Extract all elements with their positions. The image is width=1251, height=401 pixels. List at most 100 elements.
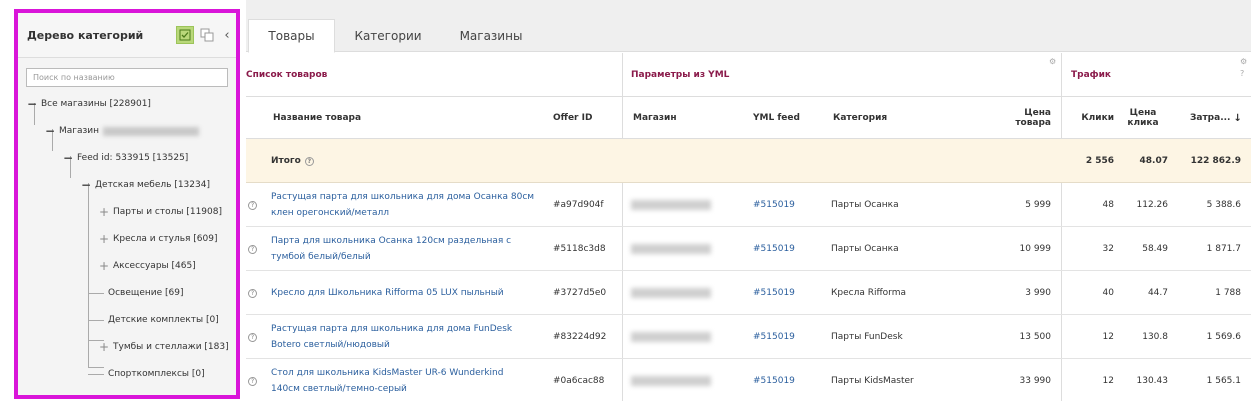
clicks: 40 xyxy=(1102,288,1114,298)
cost: 1 871.7 xyxy=(1206,244,1241,254)
question-circle-icon[interactable]: ? xyxy=(248,288,257,298)
chevron-left-icon[interactable]: ‹ xyxy=(220,28,234,43)
question-circle-icon[interactable]: ? xyxy=(248,200,257,210)
tree-node-feed[interactable]: − Feed id: 533915 [13525] xyxy=(62,149,188,167)
price: 13 500 xyxy=(1019,332,1052,342)
col-header-price[interactable]: Цена товара xyxy=(986,97,1051,139)
table-row: ? Растущая парта для школьника для дома … xyxy=(246,315,1251,359)
redacted-store xyxy=(631,244,711,254)
col-header-yml-feed[interactable]: YML feed xyxy=(753,97,800,139)
question-circle-icon[interactable]: ? xyxy=(304,156,314,166)
yml-feed-link[interactable]: #515019 xyxy=(753,227,795,271)
redacted-store xyxy=(631,376,711,386)
redacted-store xyxy=(631,200,711,210)
category: Парты Осанка xyxy=(831,244,899,254)
collapse-icon[interactable]: − xyxy=(62,151,74,165)
category-tree-header: Дерево категорий ‹ xyxy=(18,13,236,58)
redacted-store-name xyxy=(103,126,200,136)
col-header-cost[interactable]: Затра... ↓ xyxy=(1190,97,1242,139)
tree-node-chairs[interactable]: + Кресла и стулья [609] xyxy=(98,230,218,248)
tab-products[interactable]: Товары xyxy=(248,19,335,53)
yml-feed-link[interactable]: #515019 xyxy=(753,315,795,359)
total-click-price: 48.07 xyxy=(1139,156,1168,166)
product-name-link[interactable]: Растущая парта для школьника для дома Ос… xyxy=(271,183,549,227)
tree-node-kids-furniture[interactable]: − Детская мебель [13234] xyxy=(80,176,210,194)
tree-node-kids-sets[interactable]: Детские комплекты [0] xyxy=(88,311,219,329)
cost: 1 569.6 xyxy=(1206,332,1241,342)
gear-icon[interactable]: ⚙ xyxy=(1240,57,1247,66)
product-name-link[interactable]: Растущая парта для школьника для дома Fu… xyxy=(271,315,549,359)
redacted-store xyxy=(631,332,711,342)
col-header-offer-id[interactable]: Offer ID xyxy=(553,97,592,139)
tree-node-lighting[interactable]: Освещение [69] xyxy=(88,284,184,302)
tab-stores[interactable]: Магазины xyxy=(448,19,534,52)
collapse-icon[interactable]: − xyxy=(80,178,92,192)
col-header-clicks[interactable]: Клики xyxy=(1071,97,1114,139)
question-circle-icon[interactable]: ? xyxy=(248,332,257,342)
redacted-store xyxy=(631,288,711,298)
col-header-store[interactable]: Магазин xyxy=(633,97,677,139)
check-square-icon[interactable] xyxy=(176,26,194,44)
tree-node-desks[interactable]: + Парты и столы [11908] xyxy=(98,203,222,221)
total-row: Итого ? 2 556 48.07 122 862.9 xyxy=(246,139,1251,183)
cost: 1 565.1 xyxy=(1206,376,1241,386)
click-price: 112.26 xyxy=(1136,200,1169,210)
expand-icon[interactable]: + xyxy=(98,340,110,354)
cost: 1 788 xyxy=(1215,288,1241,298)
price: 3 990 xyxy=(1025,288,1051,298)
column-header-row: Название товара Offer ID Магазин YML fee… xyxy=(246,97,1251,139)
gear-icon[interactable]: ⚙ xyxy=(1049,57,1056,66)
main-panel: Товары Категории Магазины Список товаров… xyxy=(246,0,1251,401)
expand-icon[interactable]: + xyxy=(98,259,110,273)
tab-bar: Товары Категории Магазины xyxy=(246,0,1251,53)
tree-node-sport[interactable]: Спорткомплексы [0] xyxy=(88,365,205,383)
question-circle-icon[interactable]: ? xyxy=(1240,69,1244,78)
cost: 5 388.6 xyxy=(1206,200,1241,210)
click-price: 58.49 xyxy=(1142,244,1168,254)
tree-node-store[interactable]: − Магазин xyxy=(44,122,200,140)
total-cost: 122 862.9 xyxy=(1190,156,1241,166)
section-yml-title: Параметры из YML xyxy=(631,70,730,80)
click-price: 130.43 xyxy=(1136,376,1169,386)
category: Парты FunDesk xyxy=(831,332,903,342)
expand-icon[interactable]: + xyxy=(98,232,110,246)
collapse-icon[interactable]: − xyxy=(26,97,38,111)
yml-feed-link[interactable]: #515019 xyxy=(753,271,795,315)
tree-node-all-stores[interactable]: − Все магазины [228901] xyxy=(26,95,151,113)
tree-node-accessories[interactable]: + Аксессуары [465] xyxy=(98,257,196,275)
col-header-category[interactable]: Категория xyxy=(833,97,887,139)
tree-search xyxy=(26,68,228,87)
table-row: ? Стол для школьника KidsMaster UR-6 Wun… xyxy=(246,359,1251,401)
yml-feed-link[interactable]: #515019 xyxy=(753,359,795,401)
question-circle-icon[interactable]: ? xyxy=(248,376,257,386)
total-label: Итого ? xyxy=(271,139,314,183)
category-tree-panel: Дерево категорий ‹ − Все магазины [22890… xyxy=(14,9,240,399)
tab-categories[interactable]: Категории xyxy=(342,19,434,52)
section-products-title: Список товаров xyxy=(246,70,328,80)
product-name-link[interactable]: Кресло для Школьника Rifforma 05 LUX пыл… xyxy=(271,271,549,315)
offer-id: #a97d904f xyxy=(553,200,604,210)
tree-node-cabinets[interactable]: + Тумбы и стеллажи [183] xyxy=(98,338,229,356)
clicks: 12 xyxy=(1102,332,1114,342)
expand-icon[interactable]: + xyxy=(98,205,110,219)
total-clicks: 2 556 xyxy=(1085,156,1114,166)
table-row: ? Растущая парта для школьника для дома … xyxy=(246,183,1251,227)
offer-id: #3727d5e0 xyxy=(553,288,607,298)
table-row: ? Парта для школьника Осанка 120см разде… xyxy=(246,227,1251,271)
offer-id: #0a6cac88 xyxy=(553,376,605,386)
product-name-link[interactable]: Парта для школьника Осанка 120см раздель… xyxy=(271,227,549,271)
product-name-link[interactable]: Стол для школьника KidsMaster UR-6 Wunde… xyxy=(271,359,549,401)
arrow-down-icon: ↓ xyxy=(1233,112,1242,124)
offer-id: #5118c3d8 xyxy=(553,244,606,254)
copy-icon[interactable] xyxy=(198,26,216,44)
col-header-name[interactable]: Название товара xyxy=(273,97,361,139)
collapse-icon[interactable]: − xyxy=(44,124,56,138)
question-circle-icon[interactable]: ? xyxy=(248,244,257,254)
click-price: 130.8 xyxy=(1142,332,1168,342)
yml-feed-link[interactable]: #515019 xyxy=(753,183,795,227)
section-traffic-title: Трафик xyxy=(1071,70,1111,80)
category: Парты KidsMaster xyxy=(831,376,914,386)
tree-search-input[interactable] xyxy=(26,68,228,87)
col-header-click-price[interactable]: Цена клика xyxy=(1116,97,1170,139)
offer-id: #83224d92 xyxy=(553,332,607,342)
